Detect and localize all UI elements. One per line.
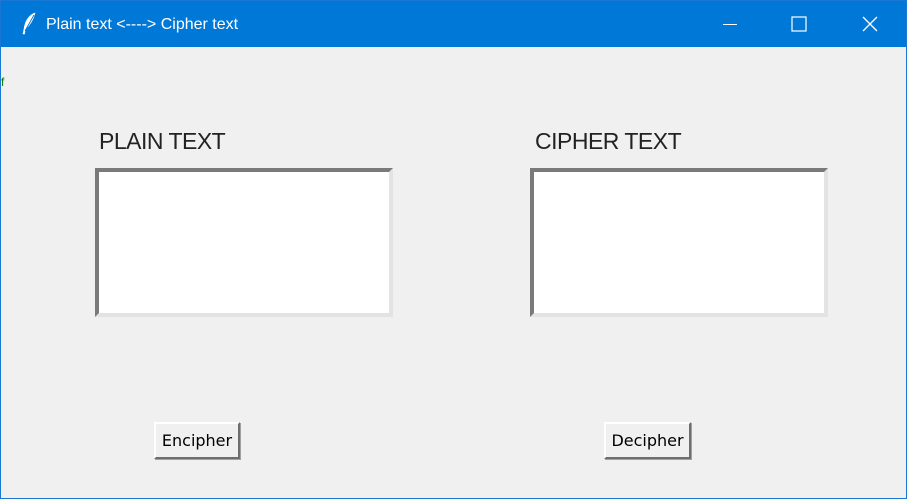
minimize-button[interactable] — [696, 1, 764, 47]
stray-text: f — [1, 75, 5, 89]
cipher-text-input[interactable] — [530, 168, 828, 317]
maximize-button[interactable] — [765, 1, 833, 47]
minimize-icon — [723, 17, 737, 31]
close-icon — [862, 16, 878, 32]
plain-text-label: PLAIN TEXT — [99, 128, 226, 154]
cipher-text-label: CIPHER TEXT — [535, 128, 682, 154]
feather-icon — [19, 12, 39, 36]
encipher-button[interactable]: Encipher — [154, 422, 240, 459]
app-window: Plain text <----> Cipher text f PLAIN TE… — [0, 0, 907, 499]
client-area: f PLAIN TEXT CIPHER TEXT Encipher Deciph… — [1, 47, 906, 498]
title-bar[interactable]: Plain text <----> Cipher text — [1, 1, 906, 47]
decipher-button[interactable]: Decipher — [604, 422, 691, 459]
maximize-icon — [791, 16, 807, 32]
plain-text-input[interactable] — [95, 168, 393, 317]
close-button[interactable] — [836, 1, 904, 47]
window-title: Plain text <----> Cipher text — [46, 16, 239, 33]
